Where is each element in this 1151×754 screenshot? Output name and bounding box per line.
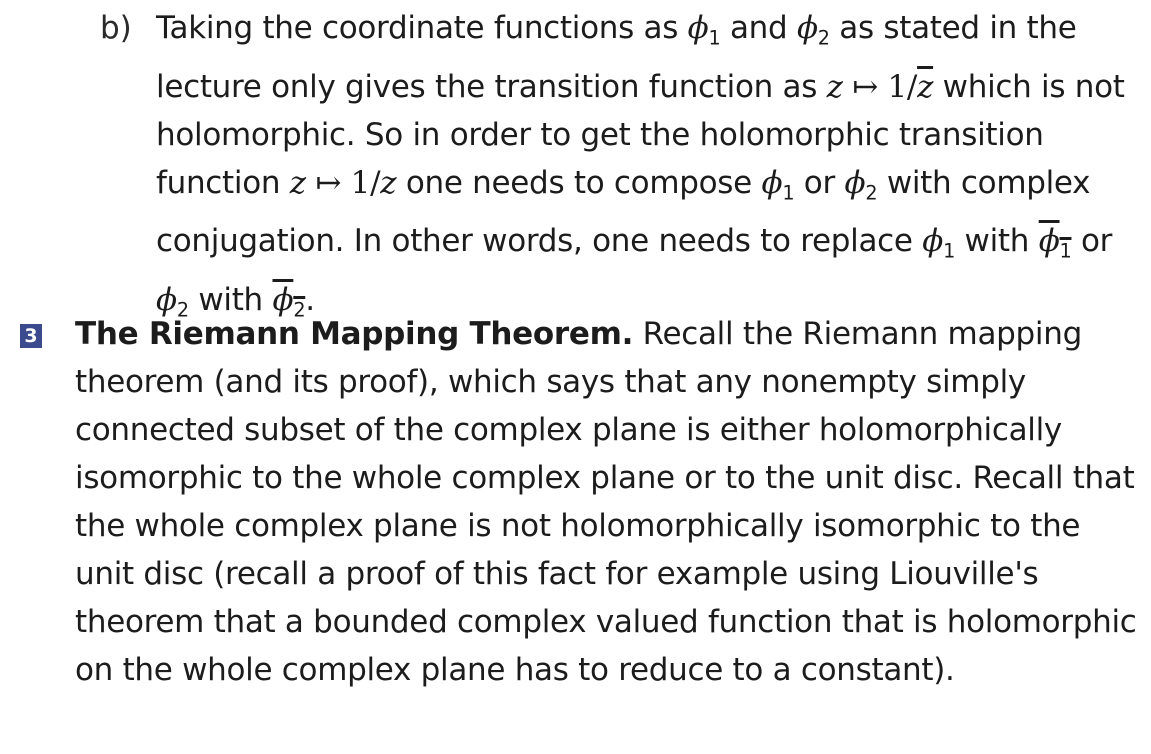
- problem-3-text: The Riemann Mapping Theorem. Recall the …: [75, 310, 1140, 694]
- phi-1: ϕ1: [922, 223, 955, 264]
- part-b-sentence-1: Taking the coordinate functions as: [156, 10, 679, 46]
- and-word: and: [729, 10, 788, 46]
- phi-1: ϕ1: [761, 164, 795, 205]
- solution-part-b: b) Taking the coordinate functions as ϕ1…: [100, 4, 1140, 335]
- problem-title: The Riemann Mapping Theorem.: [75, 316, 634, 352]
- document-page: b) Taking the coordinate functions as ϕ1…: [0, 0, 1151, 754]
- phi-1-conjugate: ϕ1: [1038, 223, 1072, 264]
- phi-1: ϕ1: [687, 10, 721, 50]
- transition-map-conjugate: z ↦ 1/z: [826, 68, 934, 105]
- part-b-sentence-4: one needs to compose: [405, 164, 752, 201]
- or-word: or: [803, 164, 835, 201]
- problem-body: Recall the Riemann mapping theorem (and …: [75, 316, 1137, 688]
- part-b-marker: b): [100, 10, 132, 46]
- phi-2: ϕ2: [796, 10, 830, 50]
- with-word: with: [964, 223, 1030, 260]
- transition-map-holomorphic: z ↦ 1/z: [289, 164, 397, 201]
- problem-3: 3 The Riemann Mapping Theorem. Recall th…: [20, 310, 1140, 694]
- or-word: or: [1081, 223, 1113, 260]
- part-b-text: Taking the coordinate functions as ϕ1 an…: [156, 4, 1140, 335]
- problem-number-badge: 3: [20, 324, 42, 348]
- phi-2: ϕ2: [844, 164, 878, 205]
